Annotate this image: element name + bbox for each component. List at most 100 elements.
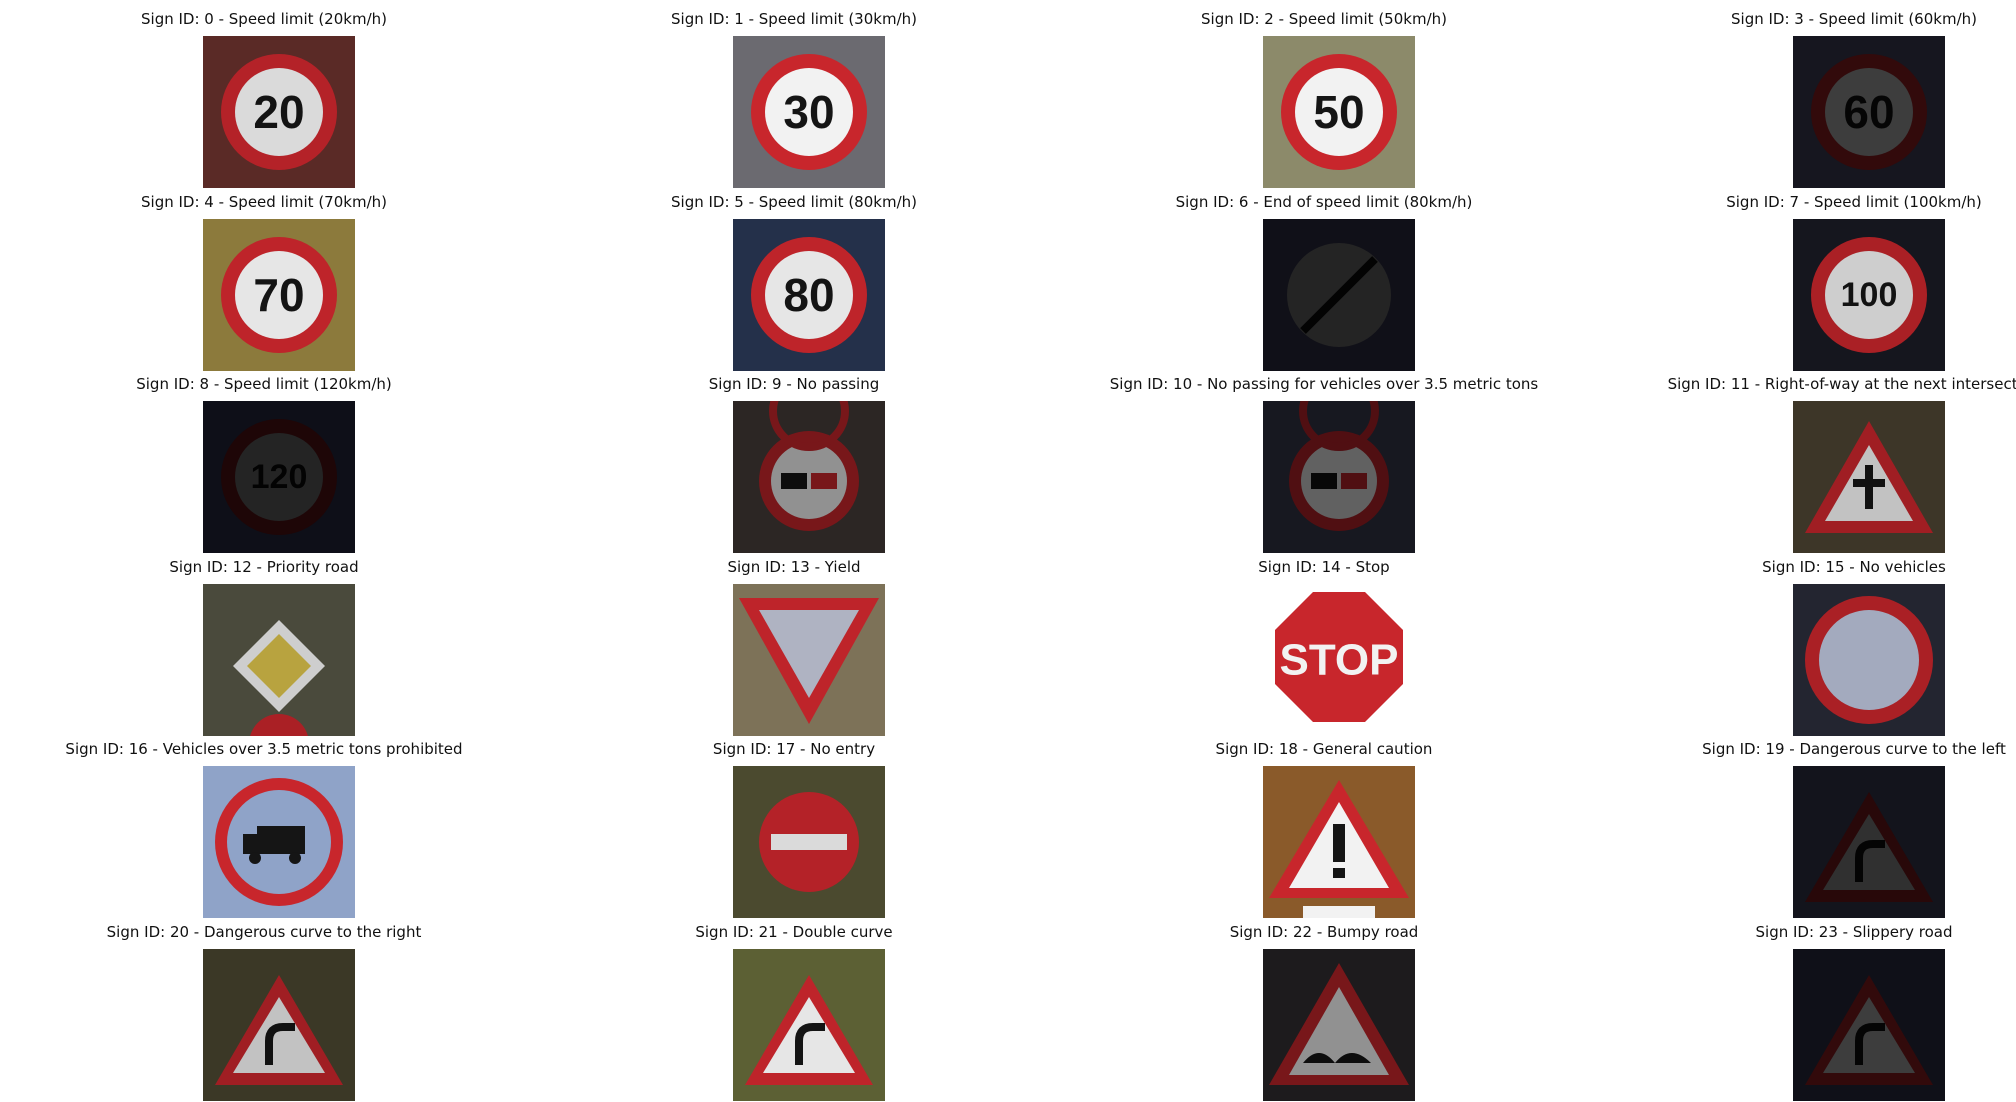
general-caution-sign (1263, 766, 1415, 918)
sign-title: Sign ID: 6 - End of speed limit (80km/h) (1175, 193, 1473, 211)
sign-title: Sign ID: 19 - Dangerous curve to the lef… (1702, 740, 2006, 758)
sign-title: Sign ID: 16 - Vehicles over 3.5 metric t… (65, 740, 463, 758)
sign-title: Sign ID: 10 - No passing for vehicles ov… (1109, 375, 1539, 393)
speed-limit-20-sign-graphic: 20 (221, 54, 337, 170)
sign-cell: Sign ID: 9 - No passing (530, 365, 1058, 553)
no-entry-sign-graphic (759, 792, 859, 892)
no-passing-sign-graphic (759, 401, 859, 531)
curve-left-sign-graphic (1805, 792, 1933, 902)
right-of-way-sign (1793, 401, 1945, 553)
sign-cell: Sign ID: 1 - Speed limit (30km/h) 30 (530, 0, 1058, 188)
no-vehicles-sign-graphic (1805, 596, 1933, 724)
speed-limit-60-sign: 60 (1793, 36, 1945, 188)
speed-limit-20-sign: 20 (203, 36, 355, 188)
sign-cell: Sign ID: 5 - Speed limit (80km/h) 80 (530, 183, 1058, 371)
no-entry-sign (733, 766, 885, 918)
no-passing-trucks-sign (1263, 401, 1415, 553)
curve-right-sign-graphic (215, 975, 343, 1085)
svg-text:50: 50 (1313, 86, 1364, 138)
priority-road-sign-graphic (233, 620, 325, 736)
speed-limit-50-sign-graphic: 50 (1281, 54, 1397, 170)
speed-limit-30-sign: 30 (733, 36, 885, 188)
sign-title: Sign ID: 23 - Slippery road (1755, 923, 1953, 941)
sign-title: Sign ID: 21 - Double curve (695, 923, 893, 941)
end-speed-limit-80-sign (1263, 219, 1415, 371)
svg-text:60: 60 (1843, 86, 1894, 138)
slippery-road-sign (1793, 949, 1945, 1101)
speed-limit-80-sign-graphic: 80 (751, 237, 867, 353)
speed-limit-100-sign: 100 (1793, 219, 1945, 371)
sign-title: Sign ID: 11 - Right-of-way at the next i… (1667, 375, 2016, 393)
stop-sign-graphic: STOP (1275, 592, 1403, 722)
sign-cell: Sign ID: 6 - End of speed limit (80km/h) (1060, 183, 1588, 371)
sign-title: Sign ID: 13 - Yield (727, 558, 861, 576)
curve-right-sign (203, 949, 355, 1101)
sign-title: Sign ID: 8 - Speed limit (120km/h) (136, 375, 392, 393)
no-vehicles-sign (1793, 584, 1945, 736)
sign-cell: Sign ID: 16 - Vehicles over 3.5 metric t… (0, 730, 528, 918)
sign-title: Sign ID: 18 - General caution (1215, 740, 1433, 758)
sign-cell: Sign ID: 4 - Speed limit (70km/h) 70 (0, 183, 528, 371)
speed-limit-100-sign-graphic: 100 (1811, 237, 1927, 353)
svg-text:100: 100 (1841, 276, 1898, 314)
no-passing-sign (733, 401, 885, 553)
sign-cell: Sign ID: 19 - Dangerous curve to the lef… (1590, 730, 2016, 918)
svg-text:30: 30 (783, 86, 834, 138)
sign-cell: Sign ID: 8 - Speed limit (120km/h) 120 (0, 365, 528, 553)
sign-cell: Sign ID: 15 - No vehicles (1590, 548, 2016, 736)
sign-title: Sign ID: 5 - Speed limit (80km/h) (671, 193, 917, 211)
sign-title: Sign ID: 9 - No passing (708, 375, 880, 393)
svg-text:20: 20 (253, 86, 304, 138)
sign-title: Sign ID: 14 - Stop (1258, 558, 1390, 576)
speed-limit-80-sign: 80 (733, 219, 885, 371)
sign-cell: Sign ID: 18 - General caution (1060, 730, 1588, 918)
svg-text:120: 120 (251, 458, 308, 496)
slippery-road-sign-graphic (1805, 975, 1933, 1085)
sign-cell: Sign ID: 2 - Speed limit (50km/h) 50 (1060, 0, 1588, 188)
sign-title: Sign ID: 0 - Speed limit (20km/h) (141, 10, 387, 28)
speed-limit-120-sign: 120 (203, 401, 355, 553)
trucks-prohibited-sign (203, 766, 355, 918)
sign-cell: Sign ID: 7 - Speed limit (100km/h) 100 (1590, 183, 2016, 371)
speed-limit-60-sign-graphic: 60 (1811, 54, 1927, 170)
speed-limit-70-sign-graphic: 70 (221, 237, 337, 353)
sign-title: Sign ID: 4 - Speed limit (70km/h) (141, 193, 387, 211)
speed-limit-50-sign: 50 (1263, 36, 1415, 188)
sign-title: Sign ID: 1 - Speed limit (30km/h) (671, 10, 917, 28)
sign-cell: Sign ID: 11 - Right-of-way at the next i… (1590, 365, 2016, 553)
sign-title: Sign ID: 3 - Speed limit (60km/h) (1731, 10, 1977, 28)
sign-cell: Sign ID: 3 - Speed limit (60km/h) 60 (1590, 0, 2016, 188)
sign-title: Sign ID: 12 - Priority road (169, 558, 359, 576)
svg-text:STOP: STOP (1279, 636, 1398, 685)
double-curve-sign-graphic (745, 975, 873, 1085)
sign-cell: Sign ID: 0 - Speed limit (20km/h) 20 (0, 0, 528, 188)
sign-title: Sign ID: 7 - Speed limit (100km/h) (1726, 193, 1982, 211)
stop-sign: STOP (1263, 584, 1415, 736)
no-passing-trucks-sign-graphic (1289, 401, 1389, 531)
sign-title: Sign ID: 2 - Speed limit (50km/h) (1201, 10, 1447, 28)
double-curve-sign (733, 949, 885, 1101)
svg-text:80: 80 (783, 269, 834, 321)
sign-title: Sign ID: 17 - No entry (712, 740, 876, 758)
svg-text:70: 70 (253, 269, 304, 321)
sign-cell: Sign ID: 21 - Double curve (530, 913, 1058, 1101)
speed-limit-70-sign: 70 (203, 219, 355, 371)
bumpy-road-sign-graphic (1269, 963, 1409, 1085)
speed-limit-30-sign-graphic: 30 (751, 54, 867, 170)
bumpy-road-sign (1263, 949, 1415, 1101)
sign-title: Sign ID: 22 - Bumpy road (1229, 923, 1419, 941)
speed-limit-120-sign-graphic: 120 (221, 419, 337, 535)
right-of-way-sign-graphic (1805, 421, 1933, 533)
sign-title: Sign ID: 15 - No vehicles (1762, 558, 1946, 576)
sign-title: Sign ID: 20 - Dangerous curve to the rig… (106, 923, 422, 941)
yield-sign-graphic (739, 598, 879, 724)
sign-cell: Sign ID: 14 - Stop STOP (1060, 548, 1588, 736)
sign-cell: Sign ID: 23 - Slippery road (1590, 913, 2016, 1101)
general-caution-sign-graphic (1269, 780, 1409, 918)
sign-cell: Sign ID: 17 - No entry (530, 730, 1058, 918)
end-speed-limit-80-sign-graphic (1287, 243, 1391, 347)
curve-left-sign (1793, 766, 1945, 918)
sign-cell: Sign ID: 10 - No passing for vehicles ov… (1060, 365, 1588, 553)
trucks-prohibited-sign-graphic (215, 778, 343, 906)
yield-sign (733, 584, 885, 736)
